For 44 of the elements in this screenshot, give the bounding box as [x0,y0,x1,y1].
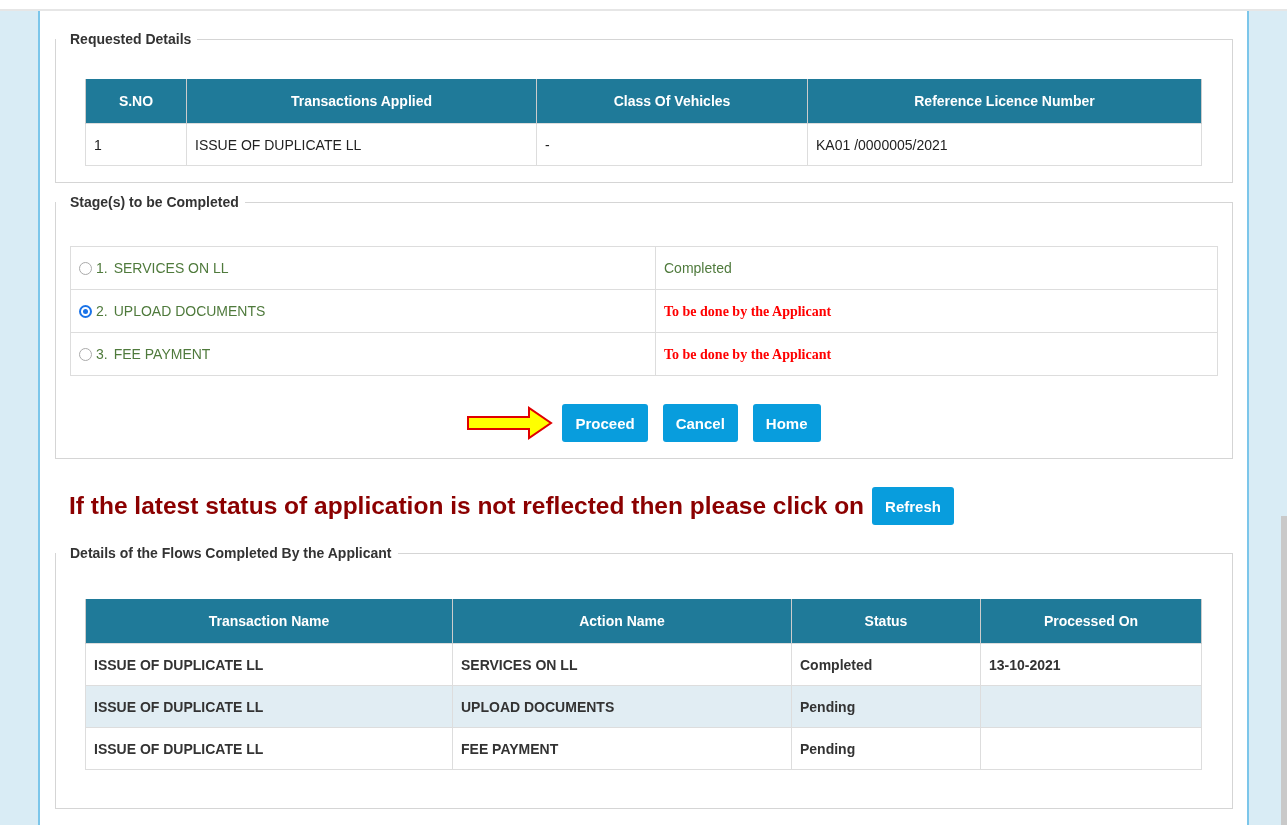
table-cell: Pending [791,685,981,728]
action-button[interactable]: Home [752,404,821,442]
table-cell: KA01 /0000005/2021 [807,123,1202,166]
table-cell: - [536,123,808,166]
table-cell: 13-10-2021 [980,643,1202,686]
section-title: Stage(s) to be Completed [69,194,240,210]
action-button[interactable]: Proceed [562,404,648,442]
stage-label: FEE PAYMENT [113,346,211,362]
arrow-icon [467,406,554,440]
stage-status: Completed [664,260,732,276]
column-header: Action Name [452,599,792,644]
stage-label: SERVICES ON LL [113,260,229,276]
section-title: Details of the Flows Completed By the Applicant [69,545,393,561]
table-cell: ISSUE OF DUPLICATE LL [85,643,453,686]
radio-button[interactable] [79,348,92,361]
stage-status: To be done by the Applicant [664,346,832,362]
column-header: Status [791,599,981,644]
table-cell: ISSUE OF DUPLICATE LL [85,685,453,728]
table-cell: ISSUE OF DUPLICATE LL [186,123,537,166]
column-header: Reference Licence Number [807,79,1202,124]
radio-button[interactable] [79,305,92,318]
table-cell: SERVICES ON LL [452,643,792,686]
action-button[interactable]: Cancel [662,404,738,442]
column-header: Transactions Applied [186,79,537,124]
column-header: S.NO [85,79,187,124]
column-header: Class Of Vehicles [536,79,808,124]
section-title: Requested Details [69,31,193,47]
stage-status: To be done by the Applicant [664,303,832,319]
column-header: Transaction Name [85,599,453,644]
stage-number: 2. [96,303,108,319]
table-cell: UPLOAD DOCUMENTS [452,685,792,728]
refresh-button[interactable]: Refresh [872,487,954,525]
stage-number: 3. [96,346,108,362]
table-cell: Pending [791,727,981,770]
table-cell: 1 [85,123,187,166]
table-cell: ISSUE OF DUPLICATE LL [85,727,453,770]
stage-label: UPLOAD DOCUMENTS [113,303,266,319]
table-cell: FEE PAYMENT [452,727,792,770]
stage-number: 1. [96,260,108,276]
radio-button[interactable] [79,262,92,275]
scrollbar[interactable] [1281,516,1287,825]
table-cell: Completed [791,643,981,686]
notice-text: If the latest status of application is not reflected then please click on [69,492,865,520]
column-header: Processed On [980,599,1202,644]
